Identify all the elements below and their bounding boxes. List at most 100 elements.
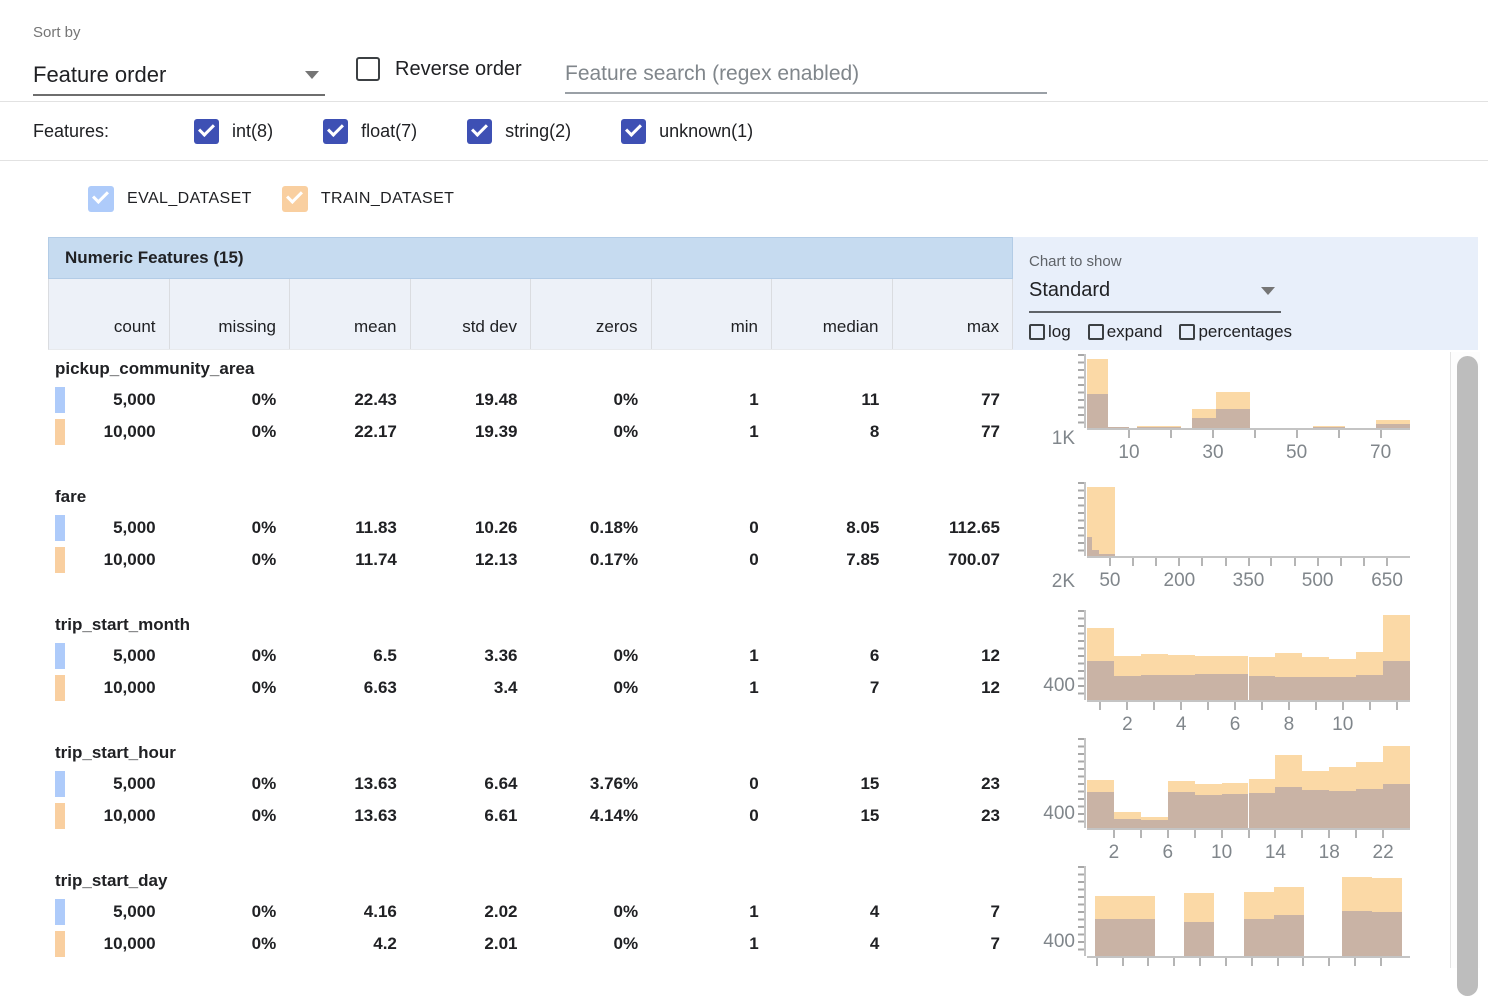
table-row: 5,0000%6.53.360%1612: [48, 640, 1013, 672]
stat-value: 7: [772, 672, 893, 704]
checkbox-unchecked-icon[interactable]: [1179, 324, 1195, 340]
stat-value: 10,000: [48, 928, 169, 960]
chart-type-dropdown[interactable]: Standard: [1029, 270, 1281, 313]
reverse-order-toggle[interactable]: Reverse order: [356, 57, 522, 81]
toggle-label: percentages: [1198, 322, 1292, 342]
feature-rows: pickup_community_area 5,0000%22.4319.480…: [48, 350, 1013, 990]
stat-value: 0%: [531, 384, 652, 416]
checkbox-unchecked-icon[interactable]: [1088, 324, 1104, 340]
eval-bar: [1372, 912, 1402, 956]
x-axis-tick-icon: [1328, 830, 1330, 838]
x-axis-tick-icon: [1386, 558, 1388, 566]
eval-bar: [1192, 418, 1216, 428]
stat-value: 1: [651, 416, 772, 448]
feature-type-filter[interactable]: int(8): [194, 119, 273, 144]
stat-value: 0%: [169, 800, 290, 832]
scrollbar-thumb[interactable]: [1457, 356, 1478, 996]
sort-by-dropdown[interactable]: Feature order: [33, 56, 325, 96]
eval-bar: [1087, 661, 1114, 700]
dataset-label: TRAIN_DATASET: [321, 190, 455, 208]
feature-name: trip_start_month: [48, 606, 1013, 640]
eval-bar: [1302, 677, 1329, 700]
stat-value: 4: [772, 928, 893, 960]
stat-value: 0%: [169, 416, 290, 448]
eval-bar: [1313, 427, 1345, 428]
column-header: zeros: [531, 279, 652, 349]
x-axis-tick-icon: [1234, 702, 1236, 710]
stat-value: 0%: [531, 928, 652, 960]
chart-type-value: Standard: [1029, 279, 1110, 302]
stat-value: 0%: [531, 896, 652, 928]
chart-toggle-row: log expand percentages: [1029, 322, 1478, 342]
eval-bar: [1329, 791, 1356, 828]
checkbox-checked-icon[interactable]: [88, 186, 114, 212]
eval-bar: [1275, 787, 1302, 828]
eval-bar: [1222, 794, 1249, 828]
toggle-label: log: [1048, 322, 1071, 342]
sort-by-label: Sort by: [33, 24, 81, 41]
stat-value: 10,000: [48, 544, 169, 576]
histogram-trip_start_day: 400: [1013, 862, 1488, 990]
x-axis-tick-label: 10: [1118, 442, 1139, 464]
feature-search-input[interactable]: [565, 56, 1047, 94]
column-header: max: [893, 279, 1014, 349]
stat-value: 0: [651, 800, 772, 832]
sort-by-value: Feature order: [33, 62, 166, 88]
x-axis-tick-icon: [1178, 558, 1180, 566]
x-axis-tick-icon: [1170, 430, 1172, 438]
checkbox-checked-icon[interactable]: [621, 119, 646, 144]
x-axis-tick-icon: [1212, 430, 1214, 438]
stat-value: 0.17%: [531, 544, 652, 576]
chart-option-toggle[interactable]: log: [1029, 322, 1071, 342]
eval-bar: [1356, 675, 1383, 700]
stat-value: 1: [651, 896, 772, 928]
x-axis-tick-icon: [1201, 558, 1203, 566]
table-row: 5,0000%4.162.020%147: [48, 896, 1013, 928]
eval-bar: [1329, 677, 1356, 700]
feature-type-filter[interactable]: float(7): [323, 119, 417, 144]
feature-type-filter[interactable]: string(2): [467, 119, 571, 144]
eval-bar: [1216, 409, 1250, 428]
chart-option-toggle[interactable]: percentages: [1179, 322, 1292, 342]
dataset-swatch-icon: [55, 547, 65, 573]
eval-bar: [1114, 676, 1141, 700]
feature-group: trip_start_day 5,0000%4.162.020%147 10,0…: [48, 862, 1013, 990]
x-axis-tick-icon: [1369, 702, 1371, 710]
eval-bar: [1376, 424, 1410, 428]
dataset-toggle[interactable]: EVAL_DATASET: [88, 186, 252, 212]
x-axis-tick-label: 2: [1122, 714, 1133, 736]
stat-value: 13.63: [289, 800, 410, 832]
stat-value: 0%: [169, 512, 290, 544]
dataset-swatch-icon: [55, 931, 65, 957]
eval-bar: [1099, 554, 1115, 556]
y-axis: 400: [1013, 868, 1087, 990]
eval-bar: [1087, 792, 1114, 828]
eval-bar: [1168, 675, 1195, 700]
feature-type-filter[interactable]: unknown(1): [621, 119, 753, 144]
x-axis-tick-icon: [1221, 830, 1223, 838]
stat-value: 6: [772, 640, 893, 672]
dataset-toggle[interactable]: TRAIN_DATASET: [282, 186, 455, 212]
chart-panel: Chart to show Standard log expand percen…: [1013, 237, 1488, 990]
checkbox-checked-icon[interactable]: [282, 186, 308, 212]
y-axis: 400: [1013, 612, 1087, 734]
x-axis-tick-icon: [1315, 702, 1317, 710]
stat-value: 6.5: [289, 640, 410, 672]
x-axis-tick-label: 4: [1176, 714, 1187, 736]
eval-bar: [1302, 790, 1329, 828]
checkbox-checked-icon[interactable]: [194, 119, 219, 144]
vertical-scrollbar[interactable]: [1450, 352, 1480, 968]
x-axis-tick-icon: [1301, 830, 1303, 838]
checkbox-unchecked-icon[interactable]: [356, 57, 380, 81]
eval-bar: [1356, 789, 1383, 828]
column-header-row: countmissingmeanstd devzerosminmedianmax: [48, 279, 1013, 350]
x-axis-tick-icon: [1396, 702, 1398, 710]
checkbox-checked-icon[interactable]: [323, 119, 348, 144]
eval-bar: [1160, 427, 1181, 428]
stat-value: 0: [651, 512, 772, 544]
stat-value: 6.63: [289, 672, 410, 704]
checkbox-unchecked-icon[interactable]: [1029, 324, 1045, 340]
dataset-label: EVAL_DATASET: [127, 190, 252, 208]
chart-option-toggle[interactable]: expand: [1088, 322, 1163, 342]
checkbox-checked-icon[interactable]: [467, 119, 492, 144]
